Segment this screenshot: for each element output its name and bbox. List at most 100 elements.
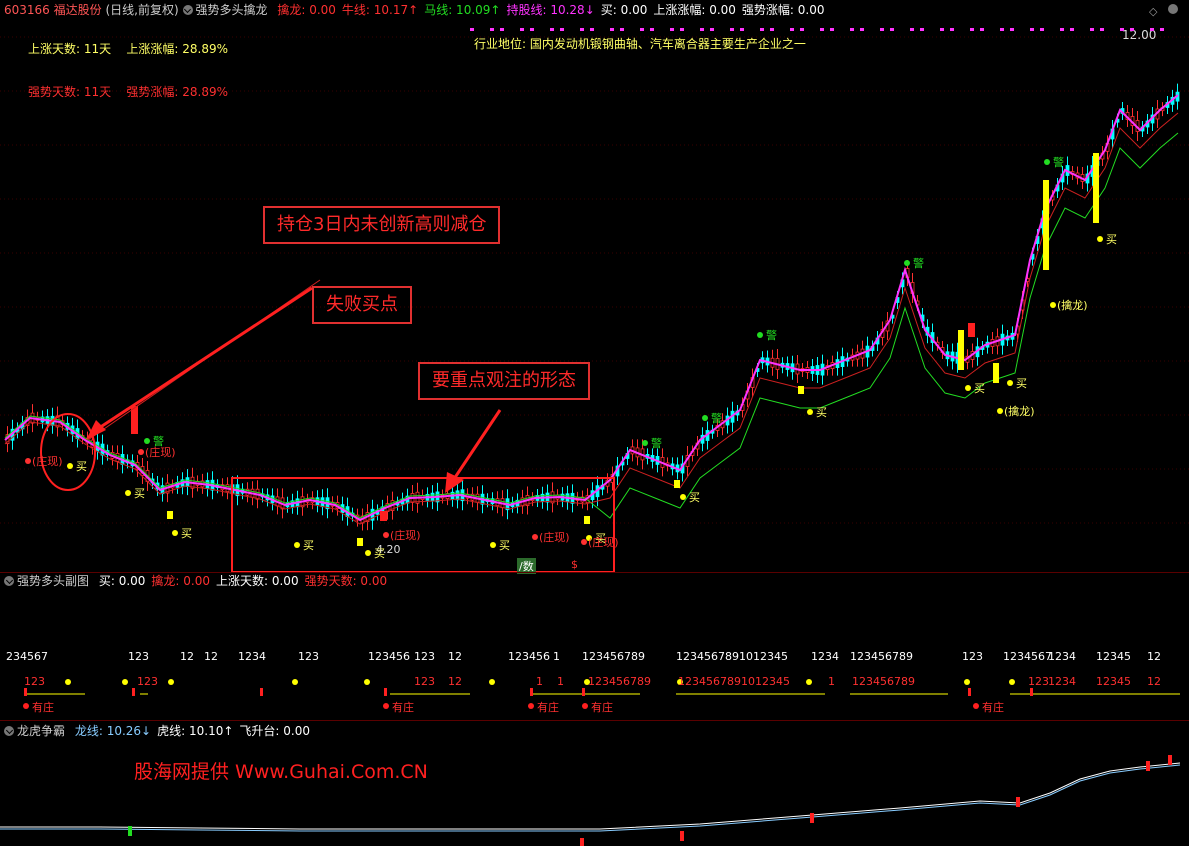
qinlong-dot <box>997 408 1003 414</box>
stock-code: 603166 <box>4 3 50 17</box>
youzhuang-label: 有庄 <box>591 701 613 714</box>
header-value: 上涨涨幅: 0.00 <box>653 3 736 17</box>
top-dash <box>730 28 734 31</box>
buy-label: 买 <box>974 382 985 395</box>
count-label-red: 1 <box>536 675 543 688</box>
ma-red-line <box>4 112 1179 525</box>
sub1-red-mark <box>384 688 387 696</box>
top-dash <box>830 28 834 31</box>
buy-dot <box>365 550 371 556</box>
signal-bar <box>167 511 173 519</box>
sub1-yellow-dot <box>168 679 174 685</box>
top-dash <box>880 28 884 31</box>
sub2-menu-button[interactable]: 龙虎争霸 <box>4 724 65 738</box>
top-dash <box>1060 28 1064 31</box>
sub1-header: 强势多头副图 买: 0.00 擒龙: 0.00 上涨天数: 0.00 强势天数: 0.… <box>4 571 387 591</box>
count-label: 12 <box>448 650 462 663</box>
buy-dot <box>172 530 178 536</box>
top-dash <box>770 28 774 31</box>
top-dash <box>890 28 894 31</box>
top-dash <box>860 28 864 31</box>
youzhuang-dot <box>383 703 389 709</box>
top-dash <box>490 28 494 31</box>
qinlong-dot <box>1050 302 1056 308</box>
sub1-yellow-dot <box>964 679 970 685</box>
zhuangxian-label: (庄现) <box>145 446 176 459</box>
header-value: 强势天数: 0.00 <box>304 574 388 588</box>
header-value: 持股线: 10.28↓ <box>506 3 595 17</box>
youzhuang-label: 有庄 <box>32 701 54 714</box>
count-label: 1234 <box>811 650 839 663</box>
buy-label: 买 <box>181 527 192 540</box>
signal-block <box>1168 755 1172 765</box>
buy-label: 买 <box>1016 377 1027 390</box>
top-dash <box>800 28 804 31</box>
sub1-values: 买: 0.00 擒龙: 0.00 上涨天数: 0.00 强势天数: 0.00 <box>93 574 387 588</box>
buy-label: 买 <box>374 547 385 560</box>
count-label-red: 123 <box>137 675 158 688</box>
buy-dot <box>807 409 813 415</box>
header-value: 买: 0.00 <box>600 3 648 17</box>
signal-block <box>128 826 132 836</box>
top-dash <box>1120 28 1124 31</box>
top-dash <box>520 28 524 31</box>
dragon-tiger-chart[interactable] <box>0 741 1189 846</box>
count-label-red: 123 <box>1028 675 1049 688</box>
count-label: 123456789 <box>582 650 645 663</box>
buy-label: 买 <box>499 539 510 552</box>
buy-label: 买 <box>816 406 827 419</box>
count-label-red: 12 <box>448 675 462 688</box>
top-dash <box>970 28 974 31</box>
top-dash <box>850 28 854 31</box>
marker-dollar: $ <box>571 558 578 571</box>
signal-block <box>1016 797 1020 807</box>
top-dash <box>650 28 654 31</box>
buy-dot <box>680 494 686 500</box>
top-dash <box>1100 28 1104 31</box>
warn-dot <box>757 332 763 338</box>
buy-label: 买 <box>134 487 145 500</box>
warn-dot <box>702 415 708 421</box>
warn-label: 警 <box>766 329 777 342</box>
top-dash <box>550 28 554 31</box>
count-label: 123 <box>962 650 983 663</box>
count-label-red: 123 <box>414 675 435 688</box>
youzhuang-label: 有庄 <box>392 701 414 714</box>
qinlong-label: (擒龙) <box>1004 405 1035 418</box>
sub1-menu-button[interactable]: 强势多头副图 <box>4 574 89 588</box>
header-value: 买: 0.00 <box>98 574 146 588</box>
top-dash <box>950 28 954 31</box>
top-dash <box>790 28 794 31</box>
top-dash <box>740 28 744 31</box>
price-chart[interactable] <box>0 20 1189 572</box>
zhuangxian-dot <box>138 449 144 455</box>
header-value: 虎线: 10.10↑ <box>157 724 234 738</box>
zhuangxian-dot <box>25 458 31 464</box>
top-dash <box>500 28 504 31</box>
zhuangxian-label: (庄现) <box>32 455 63 468</box>
count-label: 123 <box>128 650 149 663</box>
signal-bar <box>798 386 804 394</box>
diamond-icon[interactable]: ◇ <box>1149 5 1157 18</box>
zhuangxian-dot <box>383 532 389 538</box>
panel-menu-icon[interactable] <box>1168 4 1178 14</box>
indicator-menu-button[interactable]: 强势多头擒龙 <box>182 3 268 17</box>
qinlong-label: (擒龙) <box>1057 299 1088 312</box>
count-label: 123456789 <box>850 650 913 663</box>
count-label-red: 1 <box>828 675 835 688</box>
warn-label: 警 <box>1053 156 1064 169</box>
main-chart-header: 603166 福达股份 (日线,前复权) 强势多头擒龙 擒龙: 0.00 牛线: … <box>4 0 825 20</box>
top-dash <box>1160 28 1164 31</box>
count-label: 12345 <box>1096 650 1131 663</box>
signal-bar <box>1093 153 1099 223</box>
indicator-values: 擒龙: 0.00 牛线: 10.17↑ 马线: 10.09↑ 持股线: 10.28↓ 买… <box>271 3 824 17</box>
buy-label: 买 <box>1106 233 1117 246</box>
signal-bar <box>584 516 590 524</box>
annotation-focus-pattern: 要重点观注的形态 <box>418 362 590 400</box>
count-label: 12 <box>1147 650 1161 663</box>
buy-label: 买 <box>76 460 87 473</box>
buy-dot <box>125 490 131 496</box>
warn-label: 警 <box>651 437 662 450</box>
zhuangxian-label: (庄现) <box>588 536 619 549</box>
youzhuang-label: 有庄 <box>982 701 1004 714</box>
